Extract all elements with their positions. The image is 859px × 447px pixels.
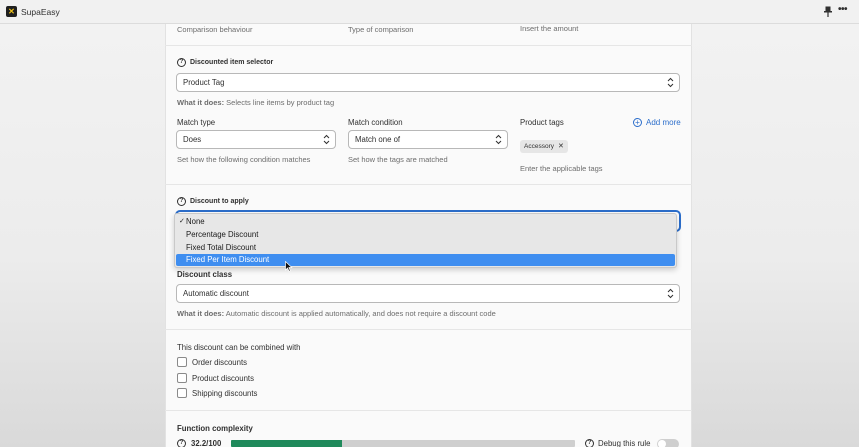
help-icon[interactable]: ? (585, 439, 594, 447)
select-chevron-icon (667, 77, 674, 88)
app-title: SupaEasy (21, 7, 60, 17)
item-selector-value: Product Tag (183, 78, 225, 87)
checkmark-icon: ✓ (179, 218, 185, 225)
shipping-discounts-checkbox[interactable] (177, 388, 187, 398)
product-discounts-checkbox[interactable] (177, 373, 187, 383)
match-type-select[interactable]: Does (176, 130, 336, 149)
dropdown-option-fixed-total[interactable]: Fixed Total Discount (176, 242, 675, 254)
what-it-does-label: What it does: (177, 309, 225, 318)
debug-rule-label: Debug this rule (598, 439, 651, 447)
remove-tag-icon[interactable]: ✕ (558, 143, 564, 150)
toggle-knob (658, 440, 666, 447)
add-more-link[interactable]: Add more (646, 118, 681, 127)
divider (165, 410, 692, 411)
divider (165, 45, 692, 46)
select-chevron-icon (323, 134, 330, 145)
product-tags-label: Product tags (520, 118, 564, 127)
product-discounts-label: Product discounts (192, 374, 254, 383)
dropdown-option-none[interactable]: ✓ None (176, 216, 675, 228)
divider (165, 184, 692, 185)
discount-class-description: What it does: Automatic discount is appl… (177, 309, 496, 318)
help-icon[interactable]: ? (177, 197, 186, 206)
match-condition-select[interactable]: Match one of (348, 130, 508, 149)
more-options-icon[interactable]: ••• (838, 4, 848, 15)
shipping-discounts-label: Shipping discounts (192, 389, 258, 398)
item-selector-heading: Discounted item selector (190, 59, 274, 66)
item-selector-description: What it does: Selects line items by prod… (177, 98, 334, 107)
what-it-does-text: Automatic discount is applied automatica… (224, 309, 496, 318)
divider (165, 329, 692, 330)
match-condition-label: Match condition (348, 118, 403, 127)
product-tag-label: Accessory (524, 143, 554, 150)
discount-options-dropdown[interactable]: ✓ None Percentage Discount Fixed Total Di… (174, 213, 677, 268)
comparison-behaviour-help: Comparison behaviour (177, 25, 253, 34)
product-tag-chip: Accessory ✕ (520, 140, 568, 153)
match-type-label: Match type (177, 118, 216, 127)
complexity-progress-fill (231, 440, 342, 447)
complexity-value: 32.2/100 (191, 439, 222, 447)
discount-class-value: Automatic discount (183, 289, 249, 298)
order-discounts-label: Order discounts (192, 358, 248, 367)
what-it-does-text: Selects line items by product tag (224, 98, 335, 107)
select-chevron-icon (495, 134, 502, 145)
discount-class-select[interactable]: Automatic discount (176, 284, 680, 303)
match-condition-help: Set how the tags are matched (348, 155, 448, 164)
match-condition-value: Match one of (355, 135, 401, 144)
debug-rule-toggle[interactable] (657, 439, 679, 447)
insert-amount-help: Insert the amount (520, 24, 579, 33)
discount-class-label: Discount class (177, 270, 233, 279)
product-tags-help: Enter the applicable tags (520, 164, 603, 173)
match-type-value: Does (183, 135, 202, 144)
order-discounts-checkbox[interactable] (177, 357, 187, 367)
dropdown-option-fixed-per-item[interactable]: Fixed Per Item Discount (176, 254, 675, 266)
complexity-progress-bar (231, 440, 575, 447)
discount-to-apply-heading: Discount to apply (190, 198, 249, 205)
add-circle-icon[interactable]: + (633, 118, 642, 127)
help-icon[interactable]: ? (177, 58, 186, 67)
app-topbar: ✕ SupaEasy ••• (0, 0, 859, 24)
function-complexity-heading: Function complexity (177, 424, 253, 433)
select-chevron-icon (667, 288, 674, 299)
dropdown-option-percentage[interactable]: Percentage Discount (176, 229, 675, 241)
what-it-does-label: What it does: (177, 98, 225, 107)
item-selector-select[interactable]: Product Tag (176, 73, 680, 92)
mouse-cursor-icon (285, 261, 293, 272)
type-of-comparison-help: Type of comparison (348, 25, 414, 34)
app-logo-icon: ✕ (6, 6, 17, 17)
match-type-help: Set how the following condition matches (177, 155, 311, 164)
combine-heading: This discount can be combined with (177, 343, 301, 352)
help-icon[interactable]: ? (177, 439, 186, 447)
pin-icon[interactable] (824, 6, 832, 17)
